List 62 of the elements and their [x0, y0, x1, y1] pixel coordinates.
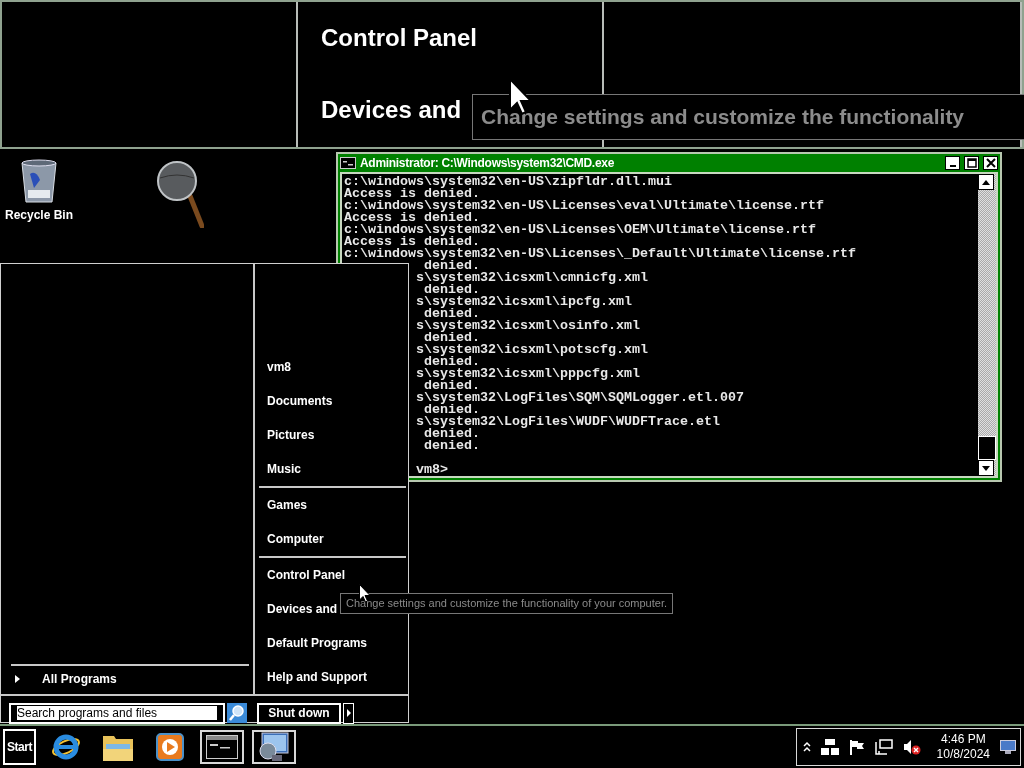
- start-menu-item[interactable]: Computer: [259, 522, 330, 556]
- start-menu-item[interactable]: Documents: [259, 384, 339, 418]
- console-line: vm8>: [416, 462, 448, 477]
- clock-date[interactable]: 10/8/2024: [936, 747, 990, 762]
- shut-down-options-button[interactable]: [343, 702, 354, 724]
- right-arrow-icon: [15, 675, 20, 683]
- maximize-button[interactable]: [964, 156, 979, 170]
- console-line: c:\windows\system32\en-US\Licenses\eval\Ultimate\license.rtf: [344, 198, 824, 213]
- search-icon[interactable]: [227, 703, 247, 723]
- scrollbar[interactable]: [978, 174, 996, 476]
- start-menu-item[interactable]: Control Panel: [259, 558, 351, 592]
- search-field[interactable]: Search programs and files: [9, 702, 225, 724]
- media-player-icon: [156, 733, 184, 761]
- magnified-tooltip: Change settings and customize the functionality: [472, 94, 1024, 140]
- remote-desktop-icon: [258, 731, 290, 763]
- start-menu-item[interactable]: Music: [259, 452, 307, 486]
- speaker-muted-icon[interactable]: [902, 739, 921, 755]
- start-menu-item[interactable]: Default Programs: [259, 626, 374, 660]
- right-arrow-icon: [346, 709, 351, 717]
- taskbar-button[interactable]: [200, 730, 244, 764]
- start-menu-item[interactable]: Help and Support: [259, 660, 373, 694]
- shut-down-button[interactable]: Shut down: [257, 702, 341, 724]
- console-icon: [340, 157, 356, 169]
- tooltip: Change settings and customize the functionality of your computer.: [340, 593, 673, 614]
- console-line: s\system32\icsxml\potscfg.xml: [416, 342, 648, 357]
- start-button[interactable]: Start: [3, 729, 36, 765]
- network-icon[interactable]: [820, 739, 839, 755]
- window-title: Administrator: C:\Windows\system32\CMD.exe: [360, 156, 615, 170]
- start-menu-item[interactable]: vm8: [259, 350, 298, 384]
- up-arrow-icon: [982, 179, 990, 185]
- minimize-button[interactable]: [945, 156, 960, 170]
- recycle-bin-icon[interactable]: [20, 158, 58, 204]
- magnifier-icon[interactable]: [156, 160, 204, 228]
- console-line: c:\windows\system32\en-US\Licenses\OEM\Ultimate\license.rtf: [344, 222, 816, 237]
- console-line: s\system32\LogFiles\SQM\SQMLogger.etl.007: [416, 390, 744, 405]
- desktop-icon-label[interactable]: Recycle Bin: [5, 208, 74, 222]
- scroll-up-button[interactable]: [978, 174, 994, 190]
- taskbar-button[interactable]: [252, 730, 296, 764]
- network-computer-icon[interactable]: [874, 739, 893, 755]
- console-line: s\system32\icsxml\ipcfg.xml: [416, 294, 632, 309]
- console-line: s\system32\LogFiles\WUDF\WUDFTrace.etl: [416, 414, 720, 429]
- scroll-thumb[interactable]: [978, 436, 996, 460]
- chevron-up-icon[interactable]: [802, 741, 811, 753]
- start-menu-item[interactable]: Pictures: [259, 418, 321, 452]
- console-line: s\system32\icsxml\osinfo.xml: [416, 318, 640, 333]
- flag-icon[interactable]: [848, 739, 865, 755]
- console-line: s\system32\icsxml\pppcfg.xml: [416, 366, 640, 381]
- console-line: c:\windows\system32\en-US\Licenses\_Default\Ultimate\license.rtf: [344, 246, 856, 261]
- show-desktop-icon[interactable]: [1000, 740, 1016, 754]
- console-line: c:\windows\system32\en-US\zipfldr.dll.mui: [344, 174, 672, 189]
- close-icon: [985, 158, 996, 168]
- close-button[interactable]: [983, 156, 998, 170]
- browser-icon: [51, 732, 81, 762]
- maximize-icon: [966, 158, 977, 168]
- scroll-down-button[interactable]: [978, 460, 994, 476]
- console-icon: [206, 735, 238, 759]
- start-menu-item[interactable]: Games: [259, 488, 314, 522]
- console-line: s\system32\icsxml\cmnicfg.xml: [416, 270, 648, 285]
- console-line: denied.: [423, 438, 480, 453]
- clock-time[interactable]: 4:46 PM: [940, 732, 986, 747]
- down-arrow-icon: [982, 465, 990, 471]
- all-programs-item[interactable]: All Programs: [11, 664, 249, 692]
